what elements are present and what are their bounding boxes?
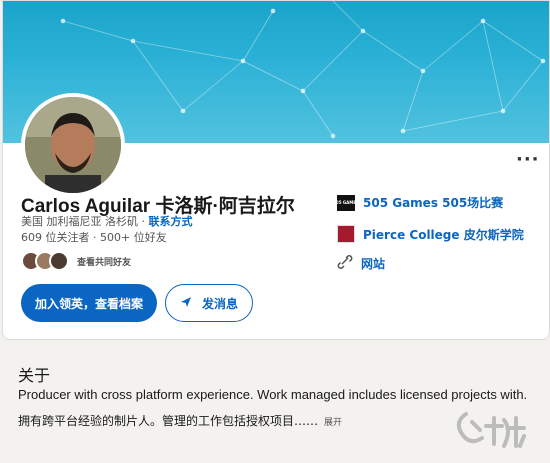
profile-avatar[interactable] [21,93,125,197]
about-translation: 拥有跨平台经验的制片人。管理的工作包括授权项目…… [18,414,319,428]
mutual-connections[interactable]: 查看共同好友 [21,250,131,272]
person-photo [25,97,121,193]
pierce-college-logo [337,225,355,243]
mutual-connections-link[interactable]: 查看共同好友 [77,255,131,268]
about-heading: 关于 [18,366,51,385]
505-games-logo: 505 GAMES [333,194,359,211]
company-name: 505 Games 505场比赛 [363,196,504,210]
jiuyou-watermark-logo [432,400,550,459]
avatar-photo [25,97,121,193]
mutual-avatar [49,251,69,271]
link-icon [337,255,353,272]
contact-info-link[interactable]: 联系方式 [148,215,192,228]
company-505-games[interactable]: 505 GAMES 505 Games 505场比赛 [333,194,504,211]
website-link[interactable]: 网站 [337,255,385,272]
expand-link[interactable]: 展开 [324,418,342,428]
website-label: 网站 [361,257,386,271]
message-label: 发消息 [201,296,238,311]
school-pierce-college[interactable]: Pierce College 皮尔斯学院 [337,225,524,243]
profile-stats: 609 位关注者 · 500+ 位好友 [21,231,167,244]
more-options-button[interactable]: ··· [516,149,540,170]
message-button[interactable]: 发消息 [165,284,253,322]
join-to-view-profile-button[interactable]: 加入领英，查看档案 [21,284,157,322]
send-icon [180,296,192,311]
about-text-chinese: 拥有跨平台经验的制片人。管理的工作包括授权项目…… 展开 [18,412,342,429]
profile-card: ··· Carlos Aguilar 卡洛斯·阿吉拉尔 美国 加利福尼亚 洛杉矶… [2,0,550,340]
profile-location: 美国 加利福尼亚 洛杉矶 · 联系方式 [21,213,192,229]
school-name: Pierce College 皮尔斯学院 [363,227,524,242]
location-text: 美国 加利福尼亚 洛杉矶 · [21,215,149,228]
